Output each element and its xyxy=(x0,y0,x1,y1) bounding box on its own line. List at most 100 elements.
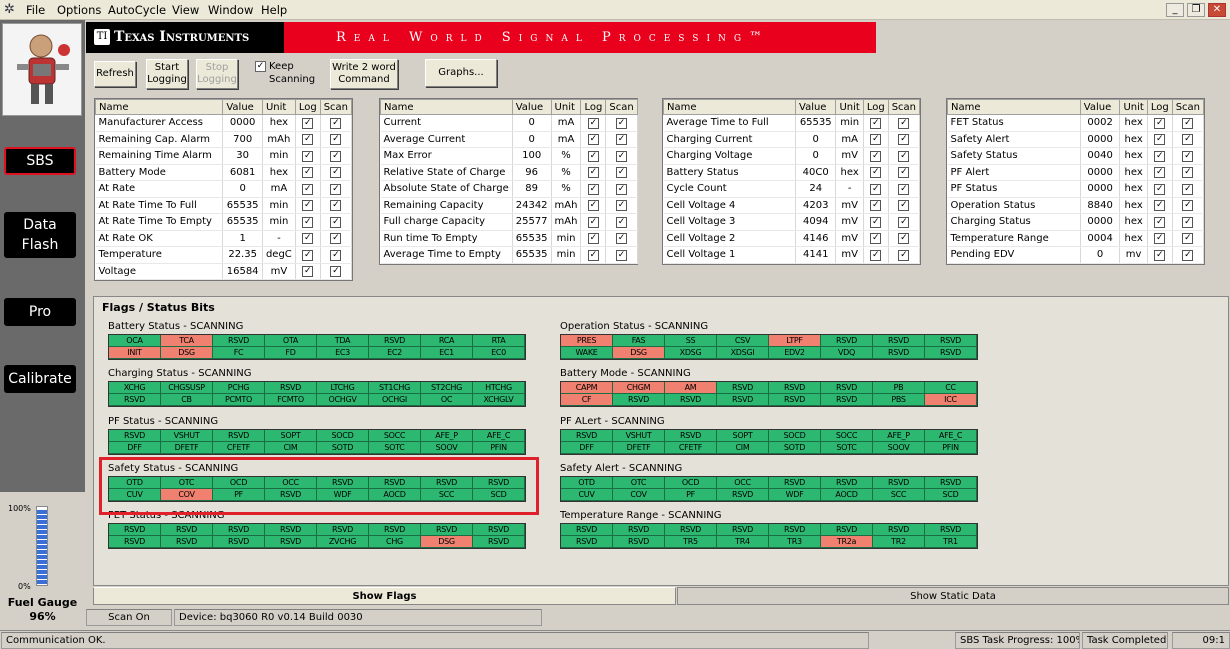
scan-checkbox[interactable]: ✓ xyxy=(898,249,910,261)
log-checkbox[interactable]: ✓ xyxy=(1154,200,1166,212)
scan-checkbox[interactable]: ✓ xyxy=(1182,117,1194,129)
grid-row[interactable]: Temperature Range 0004 hex ✓ ✓ xyxy=(947,230,1205,247)
grid-header-log[interactable]: Log xyxy=(862,99,889,115)
minimize-icon[interactable]: _ xyxy=(1166,3,1184,17)
log-checkbox[interactable]: ✓ xyxy=(1154,167,1166,179)
log-checkbox[interactable]: ✓ xyxy=(870,249,882,261)
log-checkbox[interactable]: ✓ xyxy=(302,117,314,129)
scan-checkbox[interactable]: ✓ xyxy=(616,150,627,162)
grid-row[interactable]: Cell Voltage 1 4141 mV ✓ ✓ xyxy=(663,246,921,264)
scan-checkbox[interactable]: ✓ xyxy=(616,249,627,261)
log-checkbox[interactable]: ✓ xyxy=(1154,117,1166,129)
tab-show-flags[interactable]: Show Flags xyxy=(93,587,676,605)
keep-scanning-check-icon[interactable]: ✓ xyxy=(255,60,266,72)
log-checkbox[interactable]: ✓ xyxy=(1154,233,1166,245)
grid-row[interactable]: PF Alert 0000 hex ✓ ✓ xyxy=(947,164,1205,181)
grid-row[interactable]: Voltage 16584 mV ✓ ✓ xyxy=(95,263,353,280)
grid-row[interactable]: Full charge Capacity 25577 mAh ✓ ✓ xyxy=(380,213,638,231)
log-checkbox[interactable]: ✓ xyxy=(587,200,599,212)
log-checkbox[interactable]: ✓ xyxy=(302,150,314,162)
log-checkbox[interactable]: ✓ xyxy=(1154,183,1166,195)
log-checkbox[interactable]: ✓ xyxy=(1154,216,1166,228)
grid-header-value[interactable]: Value xyxy=(222,99,263,115)
tab-show-static-data[interactable]: Show Static Data xyxy=(677,587,1229,605)
log-checkbox[interactable]: ✓ xyxy=(587,134,599,146)
log-checkbox[interactable]: ✓ xyxy=(870,233,882,245)
grid-header-log[interactable]: Log xyxy=(580,99,607,115)
log-checkbox[interactable]: ✓ xyxy=(302,200,314,212)
log-checkbox[interactable]: ✓ xyxy=(870,150,882,162)
graphs-button[interactable]: Graphs... xyxy=(425,59,497,87)
scan-checkbox[interactable]: ✓ xyxy=(898,200,910,212)
log-checkbox[interactable]: ✓ xyxy=(870,216,882,228)
scan-checkbox[interactable]: ✓ xyxy=(1182,134,1194,146)
scan-checkbox[interactable]: ✓ xyxy=(898,150,910,162)
grid-header-scan[interactable]: Scan xyxy=(319,99,353,115)
log-checkbox[interactable]: ✓ xyxy=(302,249,314,261)
scan-checkbox[interactable]: ✓ xyxy=(330,249,342,261)
grid-row[interactable]: Temperature 22.35 degC ✓ ✓ xyxy=(95,246,353,264)
grid-header-name[interactable]: Name xyxy=(94,99,224,115)
log-checkbox[interactable]: ✓ xyxy=(870,183,882,195)
scan-checkbox[interactable]: ✓ xyxy=(898,167,910,179)
grid-row[interactable]: Battery Mode 6081 hex ✓ ✓ xyxy=(95,164,353,181)
log-checkbox[interactable]: ✓ xyxy=(1154,134,1166,146)
nav-pro-button[interactable]: Pro xyxy=(4,298,76,326)
scan-checkbox[interactable]: ✓ xyxy=(330,167,342,179)
scan-checkbox[interactable]: ✓ xyxy=(1182,216,1194,228)
scan-checkbox[interactable]: ✓ xyxy=(330,216,342,228)
grid-header-value[interactable]: Value xyxy=(1079,99,1121,115)
scan-checkbox[interactable]: ✓ xyxy=(616,216,627,228)
scan-checkbox[interactable]: ✓ xyxy=(616,117,627,129)
grid-row[interactable]: Cycle Count 24- ✓ ✓ xyxy=(663,180,921,198)
grid-row[interactable]: Operation Status 8840 hex ✓ ✓ xyxy=(947,197,1205,214)
scan-checkbox[interactable]: ✓ xyxy=(1182,183,1194,195)
scan-checkbox[interactable]: ✓ xyxy=(898,183,910,195)
grid-row[interactable]: Remaining Cap. Alarm 700 mAh ✓ ✓ xyxy=(95,131,353,148)
log-checkbox[interactable]: ✓ xyxy=(870,200,882,212)
log-checkbox[interactable]: ✓ xyxy=(587,233,599,245)
log-checkbox[interactable]: ✓ xyxy=(587,249,599,261)
grid-row[interactable]: Safety Alert 0000 hex ✓ ✓ xyxy=(947,131,1205,148)
grid-row[interactable]: Cell Voltage 4 4203 mV ✓ ✓ xyxy=(663,197,921,214)
scan-checkbox[interactable]: ✓ xyxy=(898,134,910,146)
grid-header-name[interactable]: Name xyxy=(663,99,796,115)
grid-row[interactable]: Current 0 mA ✓ ✓ xyxy=(380,114,638,132)
nav-sbs-button[interactable]: SBS xyxy=(4,147,76,175)
log-checkbox[interactable]: ✓ xyxy=(870,167,882,179)
scan-checkbox[interactable]: ✓ xyxy=(330,117,342,129)
scan-checkbox[interactable]: ✓ xyxy=(1182,167,1194,179)
grid-row[interactable]: PF Status 0000 hex ✓ ✓ xyxy=(947,180,1205,198)
grid-row[interactable]: Run time To Empty 65535 min ✓ ✓ xyxy=(380,230,638,247)
refresh-button[interactable]: Refresh xyxy=(94,61,136,87)
log-checkbox[interactable]: ✓ xyxy=(870,134,882,146)
grid-header-log[interactable]: Log xyxy=(294,99,321,115)
log-checkbox[interactable]: ✓ xyxy=(870,117,882,129)
log-checkbox[interactable]: ✓ xyxy=(587,183,599,195)
scan-checkbox[interactable]: ✓ xyxy=(330,183,342,195)
grid-row[interactable]: At Rate Time To Full 65535 min ✓ ✓ xyxy=(95,197,353,214)
menu-window[interactable]: Window xyxy=(208,3,253,17)
scan-checkbox[interactable]: ✓ xyxy=(616,183,627,195)
grid-row[interactable]: Pending EDV 0 mv ✓ ✓ xyxy=(947,246,1205,264)
grid-row[interactable]: Cell Voltage 3 4094 mV ✓ ✓ xyxy=(663,213,921,231)
start-logging-button[interactable]: Start Logging xyxy=(146,59,188,89)
app-icon[interactable]: ✲ xyxy=(4,3,18,17)
scan-checkbox[interactable]: ✓ xyxy=(898,216,910,228)
log-checkbox[interactable]: ✓ xyxy=(302,216,314,228)
grid-row[interactable]: Average Time to Full 65535 min ✓ ✓ xyxy=(663,114,921,132)
log-checkbox[interactable]: ✓ xyxy=(302,233,314,245)
scan-checkbox[interactable]: ✓ xyxy=(616,167,627,179)
grid-row[interactable]: Remaining Capacity 24342 mAh ✓ ✓ xyxy=(380,197,638,214)
restore-icon[interactable]: ❐ xyxy=(1187,3,1205,17)
scan-checkbox[interactable]: ✓ xyxy=(330,134,342,146)
grid-row[interactable]: Max Error 100% ✓ ✓ xyxy=(380,147,638,165)
grid-header-log[interactable]: Log xyxy=(1146,99,1173,115)
scan-checkbox[interactable]: ✓ xyxy=(330,200,342,212)
scan-checkbox[interactable]: ✓ xyxy=(616,233,627,245)
grid-header-unit[interactable]: Unit xyxy=(1119,99,1148,115)
log-checkbox[interactable]: ✓ xyxy=(302,167,314,179)
grid-row[interactable]: Charging Voltage 0 mV ✓ ✓ xyxy=(663,147,921,165)
log-checkbox[interactable]: ✓ xyxy=(1154,150,1166,162)
grid-header-name[interactable]: Name xyxy=(947,99,1081,115)
